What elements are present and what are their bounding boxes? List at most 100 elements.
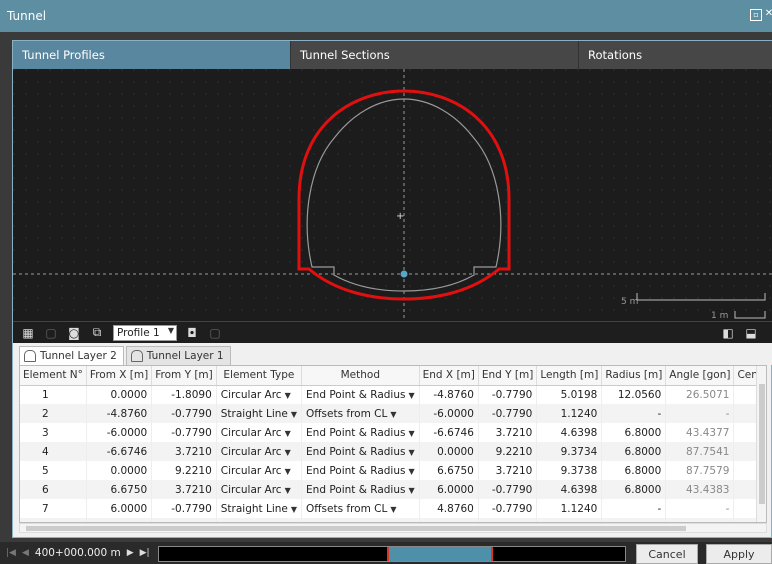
chevron-down-icon[interactable]: ▼ (291, 505, 297, 514)
table-cell[interactable]: -0.7790 (151, 404, 217, 423)
table-cell[interactable]: Circular Arc▼ (216, 461, 303, 480)
panel-left-icon[interactable]: ◧ (720, 325, 736, 341)
table-cell[interactable]: 0.0000 (86, 385, 153, 404)
table-cell[interactable]: 3.7210 (151, 480, 217, 499)
table-cell[interactable]: 6.8000 (601, 461, 667, 480)
timeline-selection[interactable] (387, 547, 493, 561)
table-cell[interactable]: -6.6746 (419, 423, 479, 442)
profile-viewport[interactable]: + 5 m 1 m (13, 69, 772, 321)
table-cell[interactable]: 4.6398 (536, 480, 603, 499)
table-cell[interactable]: 0.0000 (419, 442, 479, 461)
table-cell[interactable]: Straight Line ▼ (216, 404, 303, 423)
table-cell[interactable]: End Point & Radius▼ (301, 480, 420, 499)
table-cell[interactable]: 9.2210 (151, 461, 217, 480)
table-cell[interactable]: 1.1240 (536, 404, 603, 423)
station-timeline[interactable] (158, 546, 626, 562)
chevron-down-icon[interactable]: ▼ (291, 410, 297, 419)
table-cell[interactable]: 9.3734 (536, 442, 603, 461)
table-cell[interactable]: -0.7790 (478, 480, 538, 499)
tab-tunnel-sections[interactable]: Tunnel Sections (291, 41, 579, 69)
column-header[interactable]: From X [m] (86, 366, 153, 386)
table-cell[interactable]: 6.6750 (86, 480, 153, 499)
table-row[interactable]: 4 -6.6746 3.7210 Circular Arc ▼ End Point & R… (20, 442, 766, 461)
table-cell[interactable]: 12.0560 (601, 385, 667, 404)
chevron-down-icon[interactable]: ▼ (390, 505, 396, 514)
table-cell[interactable]: -0.7790 (151, 499, 217, 518)
table-cell[interactable]: Straight Line ▼ (216, 499, 303, 518)
table-cell[interactable]: Circular Arc▼ (216, 423, 303, 442)
table-cell[interactable]: -6.0000 (86, 423, 153, 442)
grid-icon[interactable]: ▦ (20, 325, 36, 341)
column-header[interactable]: Angle [gon] (665, 366, 735, 386)
table-cell[interactable]: Circular Arc▼ (216, 480, 303, 499)
column-header[interactable]: End Y [m] (478, 366, 538, 386)
chevron-down-icon[interactable]: ▼ (285, 448, 291, 457)
table-cell[interactable]: 6.0000 (86, 499, 153, 518)
table-cell[interactable]: - (601, 404, 667, 423)
table-cell[interactable]: Offsets from CL ▼ (301, 404, 420, 423)
profile-origin-point[interactable] (400, 270, 408, 278)
chevron-down-icon[interactable]: ▼ (285, 391, 291, 400)
table-cell[interactable]: 3 (20, 423, 87, 442)
table-cell[interactable]: 3.7210 (478, 461, 538, 480)
table-row[interactable]: 2 -4.8760 -0.7790 Straight Line ▼ Offsets fro… (20, 404, 766, 423)
profile-select[interactable]: Profile 1 ▼ (113, 324, 177, 341)
table-cell[interactable]: End Point & Radius▼ (301, 423, 420, 442)
table-row[interactable]: 6 6.6750 3.7210 Circular Arc ▼ End Point & Ra… (20, 480, 766, 499)
table-cell[interactable]: -6.0000 (419, 404, 479, 423)
table-row[interactable]: 5 0.0000 9.2210 Circular Arc ▼ End Point & Ra… (20, 461, 766, 480)
chevron-down-icon[interactable]: ▼ (408, 467, 414, 476)
table-cell[interactable]: 43.4383 (665, 480, 735, 499)
table-cell[interactable]: 7 (20, 499, 87, 518)
tunnel-shape-icon[interactable]: ◙ (66, 325, 82, 341)
prev-station-icon[interactable]: ◀ (22, 548, 29, 558)
table-cell[interactable]: 4.6398 (536, 423, 603, 442)
table-cell[interactable]: 6.8000 (601, 423, 667, 442)
delete-profile-icon[interactable]: ▢ (207, 325, 223, 341)
table-row[interactable]: 1 0.0000 -1.8090 Circular Arc ▼ End Point & R… (20, 385, 766, 404)
scroll-thumb[interactable] (26, 526, 686, 531)
table-row[interactable]: 3 -6.0000 -0.7790 Circular Arc ▼ End Point & … (20, 423, 766, 442)
table-row[interactable]: 7 6.0000 -0.7790 Straight Line ▼ Offsets from… (20, 499, 766, 518)
table-cell[interactable]: -1.8090 (151, 385, 217, 404)
table-cell[interactable]: -0.7790 (151, 423, 217, 442)
next-station-icon[interactable]: ▶ (127, 548, 134, 558)
chevron-down-icon[interactable]: ▼ (390, 410, 396, 419)
cancel-button[interactable]: Cancel (636, 544, 698, 564)
table-cell[interactable]: 0.0000 (86, 461, 153, 480)
panel-bottom-icon[interactable]: ⬓ (743, 325, 759, 341)
horizontal-scrollbar[interactable] (19, 523, 767, 533)
table-cell[interactable]: -0.7790 (478, 404, 538, 423)
table-cell[interactable]: End Point & Radius▼ (301, 442, 420, 461)
edit-profile-icon[interactable]: ◘ (184, 325, 200, 341)
elements-table[interactable]: Element N° From X [m] From Y [m] Element… (19, 365, 767, 523)
scroll-thumb[interactable] (759, 384, 765, 504)
table-cell[interactable]: 5.0198 (536, 385, 603, 404)
table-cell[interactable]: 43.4377 (665, 423, 735, 442)
chevron-down-icon[interactable]: ▼ (408, 429, 414, 438)
table-cell[interactable]: 87.7541 (665, 442, 735, 461)
table-cell[interactable]: -6.6746 (86, 442, 153, 461)
chevron-down-icon[interactable]: ▼ (408, 391, 414, 400)
table-cell[interactable]: - (665, 404, 735, 423)
chevron-down-icon[interactable]: ▼ (408, 486, 414, 495)
table-cell[interactable]: 26.5071 (665, 385, 735, 404)
table-cell[interactable]: - (665, 499, 735, 518)
tab-rotations[interactable]: Rotations (579, 41, 772, 69)
layer-icon[interactable]: ▢ (43, 325, 59, 341)
table-cell[interactable]: 6.8000 (601, 442, 667, 461)
last-station-icon[interactable]: ▶| (140, 548, 150, 558)
table-cell[interactable]: Offsets from CL ▼ (301, 499, 420, 518)
table-cell[interactable]: -4.8760 (86, 404, 153, 423)
column-header[interactable]: Method (301, 366, 420, 386)
station-value[interactable]: 400+000.000 m (35, 547, 121, 559)
table-cell[interactable]: - (601, 499, 667, 518)
column-header[interactable]: End X [m] (419, 366, 479, 386)
table-cell[interactable]: 6.8000 (601, 480, 667, 499)
apply-button[interactable]: Apply (706, 544, 772, 564)
chevron-down-icon[interactable]: ▼ (408, 448, 414, 457)
table-cell[interactable]: 87.7579 (665, 461, 735, 480)
column-header[interactable]: From Y [m] (151, 366, 217, 386)
column-header[interactable]: Radius [m] (601, 366, 667, 386)
table-cell[interactable]: 9.2210 (478, 442, 538, 461)
